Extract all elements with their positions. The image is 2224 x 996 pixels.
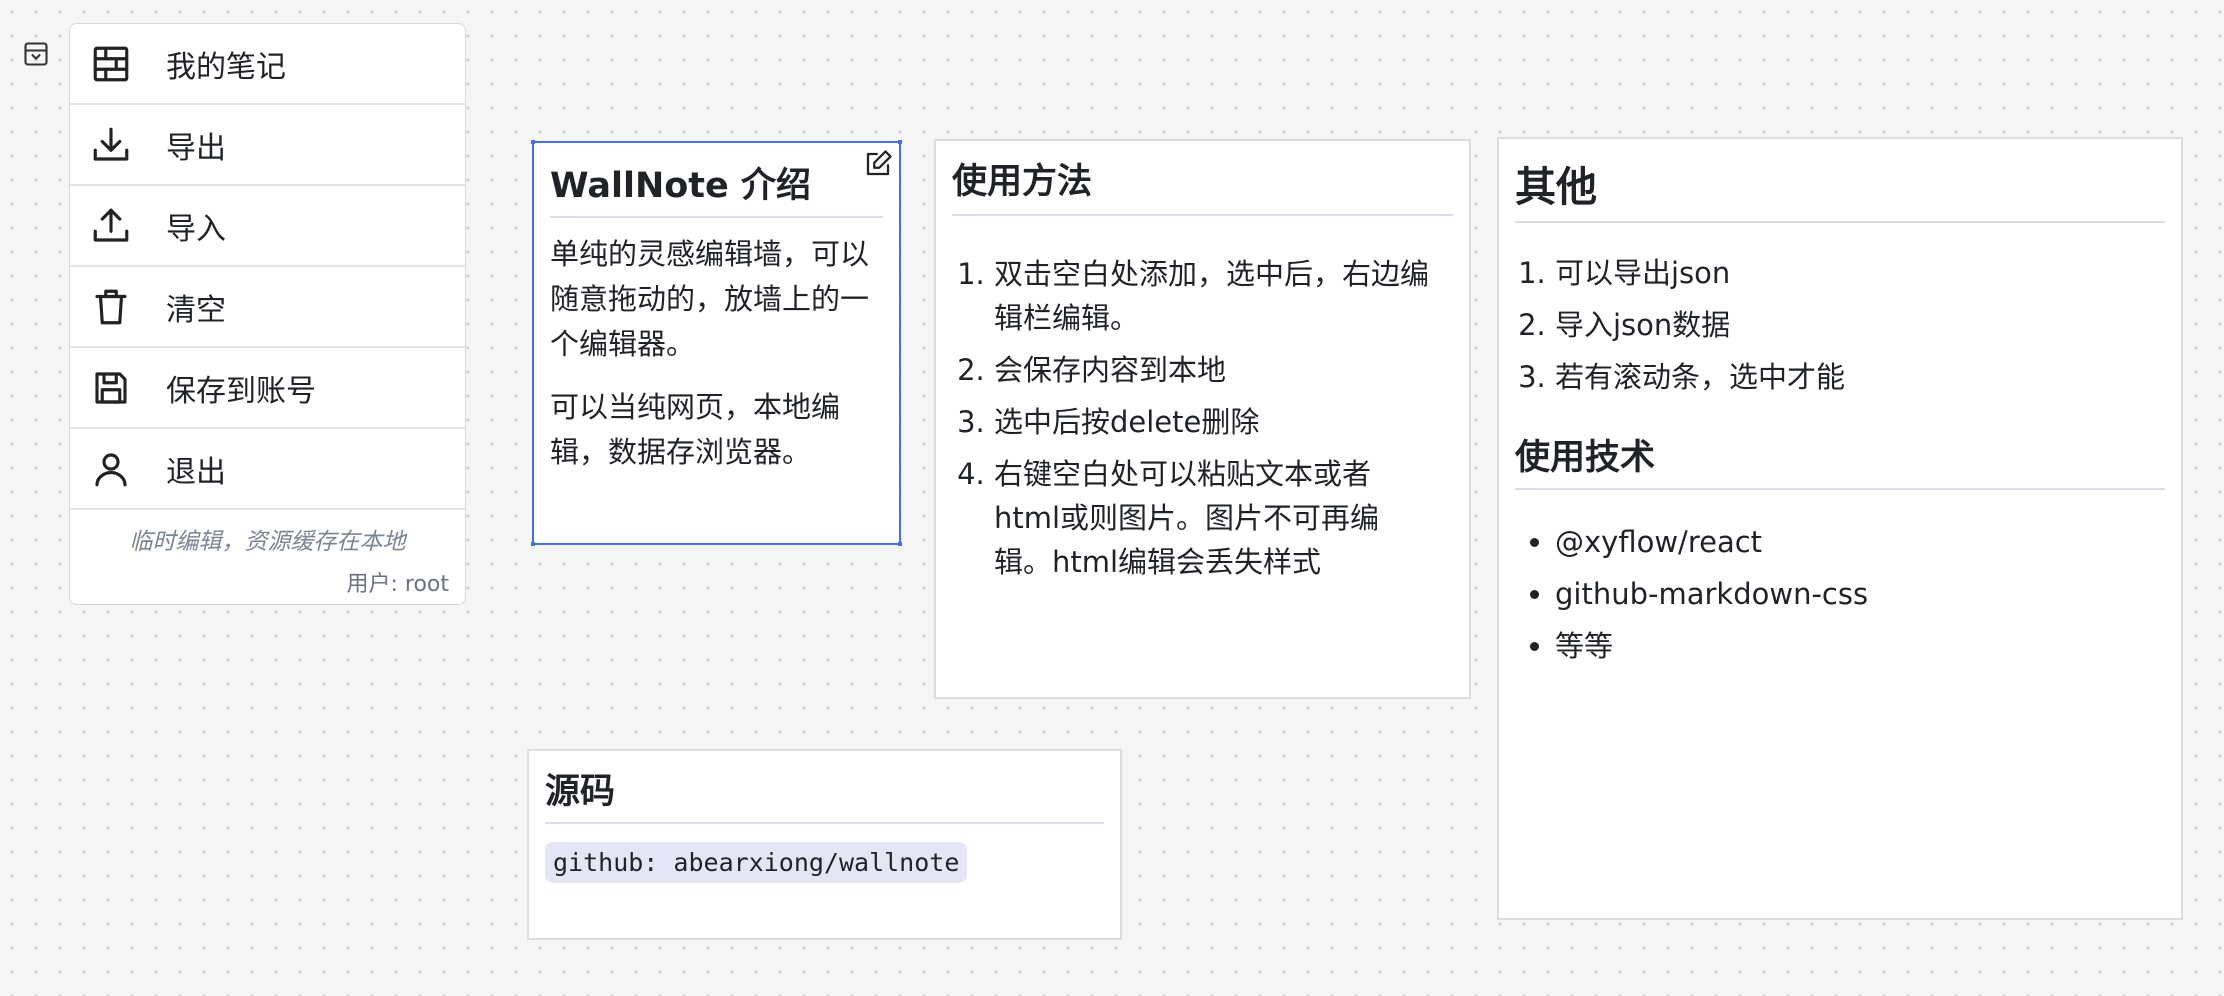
list-item: 可以导出json xyxy=(1555,251,2165,295)
grid-wall-icon xyxy=(89,42,133,86)
user-icon xyxy=(89,447,133,491)
menu-footer: 临时编辑，资源缓存在本地 用户: root xyxy=(70,522,465,598)
resize-handle[interactable] xyxy=(898,140,902,144)
main-menu: 我的笔记 导出 导入 清空 保存到账号 退出 临时编辑，资源缓存在本地 用户: … xyxy=(69,23,466,605)
download-icon xyxy=(89,123,133,167)
save-icon xyxy=(89,366,133,410)
note-card-other[interactable]: 其他 可以导出json 导入json数据 若有滚动条，选中才能 使用技术 @xy… xyxy=(1497,137,2183,920)
section-title: 使用技术 xyxy=(1515,429,2165,490)
list-item: 若有滚动条，选中才能 xyxy=(1555,355,2165,399)
edit-icon[interactable] xyxy=(863,149,893,183)
resize-handle[interactable] xyxy=(531,542,535,546)
menu-item-my-notes[interactable]: 我的笔记 xyxy=(70,24,465,105)
trash-icon xyxy=(89,285,133,329)
menu-item-export[interactable]: 导出 xyxy=(70,105,465,186)
card-paragraph: 单纯的灵感编辑墙，可以随意拖动的，放墙上的一个编辑器。 xyxy=(550,237,870,361)
storage-note: 临时编辑，资源缓存在本地 xyxy=(129,529,406,555)
note-card-source[interactable]: 源码 github: abearxiong/wallnote xyxy=(527,749,1122,940)
menu-item-clear[interactable]: 清空 xyxy=(70,267,465,348)
list-item: 等等 xyxy=(1555,624,2165,668)
menu-item-logout[interactable]: 退出 xyxy=(70,429,465,510)
list-item: 会保存内容到本地 xyxy=(994,348,1434,392)
usage-list: 双击空白处添加，选中后，右边编辑栏编辑。 会保存内容到本地 选中后按delete… xyxy=(952,252,1434,584)
menu-item-label: 导入 xyxy=(166,211,226,247)
note-card-intro[interactable]: WallNote 介绍 单纯的灵感编辑墙，可以随意拖动的，放墙上的一个编辑器。 … xyxy=(531,140,902,546)
menu-item-label: 保存到账号 xyxy=(166,373,316,409)
list-item: @xyflow/react xyxy=(1555,520,2165,564)
menu-item-label: 退出 xyxy=(166,454,226,490)
sidebar-toggle-icon[interactable] xyxy=(20,38,52,70)
current-user: 用户: root xyxy=(346,572,449,597)
card-paragraph: 可以当纯网页，本地编辑，数据存浏览器。 xyxy=(550,390,841,469)
menu-item-save-to-account[interactable]: 保存到账号 xyxy=(70,348,465,429)
tech-list: @xyflow/react github-markdown-css 等等 xyxy=(1515,520,2165,668)
card-title: 源码 xyxy=(545,763,1104,824)
list-item: github-markdown-css xyxy=(1555,572,2165,616)
source-code-link[interactable]: github: abearxiong/wallnote xyxy=(545,842,968,883)
card-title: 使用方法 xyxy=(952,153,1453,216)
menu-item-label: 我的笔记 xyxy=(166,49,286,85)
upload-icon xyxy=(89,204,133,248)
note-card-usage[interactable]: 使用方法 双击空白处添加，选中后，右边编辑栏编辑。 会保存内容到本地 选中后按d… xyxy=(934,139,1471,699)
other-list: 可以导出json 导入json数据 若有滚动条，选中才能 xyxy=(1515,251,2165,399)
list-item: 右键空白处可以粘贴文本或者html或则图片。图片不可再编辑。html编辑会丢失样… xyxy=(994,452,1434,584)
list-item: 导入json数据 xyxy=(1555,303,2165,347)
list-item: 双击空白处添加，选中后，右边编辑栏编辑。 xyxy=(994,252,1434,340)
menu-item-import[interactable]: 导入 xyxy=(70,186,465,267)
menu-item-label: 清空 xyxy=(166,292,226,328)
card-title: 其他 xyxy=(1515,153,2165,223)
menu-item-label: 导出 xyxy=(166,130,226,166)
resize-handle[interactable] xyxy=(531,140,535,144)
list-item: 选中后按delete删除 xyxy=(994,400,1434,444)
resize-handle[interactable] xyxy=(898,542,902,546)
card-title: WallNote 介绍 xyxy=(550,157,883,218)
